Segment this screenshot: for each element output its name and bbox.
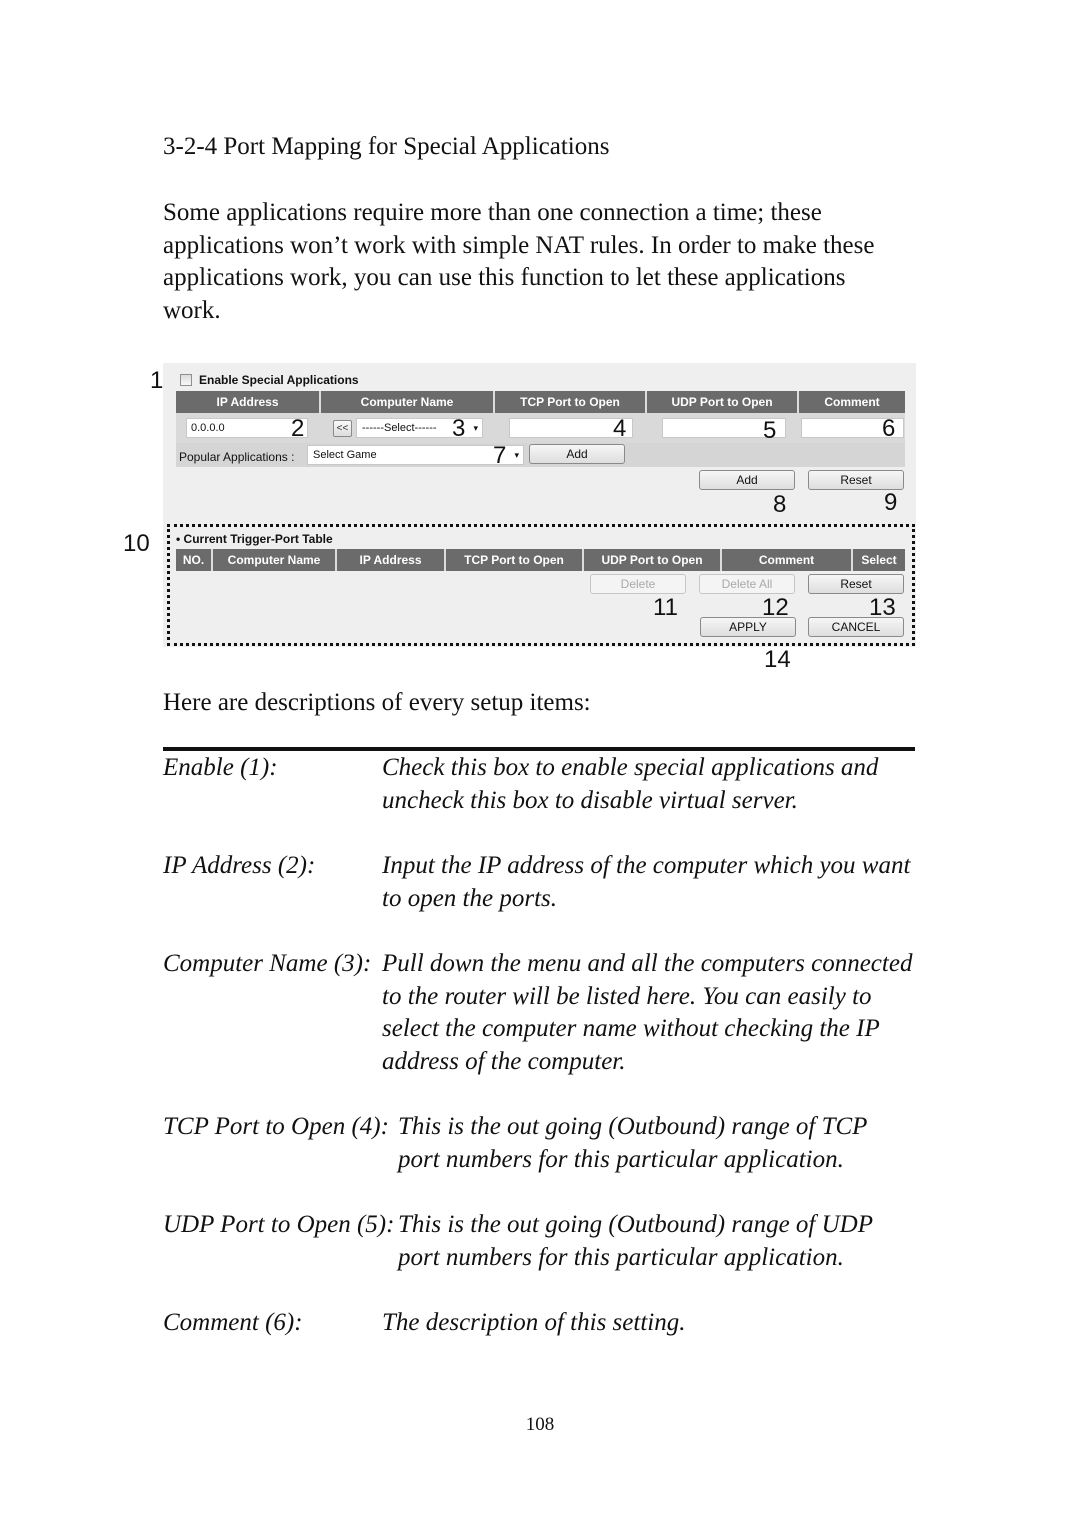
header-comment: Comment: [799, 391, 905, 413]
table-reset-button[interactable]: Reset: [808, 574, 904, 594]
section-heading: 3-2-4 Port Mapping for Special Applicati…: [163, 133, 610, 160]
description-term: IP Address (2):: [163, 852, 316, 879]
divider-rule: [163, 747, 915, 751]
description-definition: This is the out going (Outbound) range o…: [398, 1113, 868, 1173]
intro-paragraph: Some applications require more than one …: [163, 199, 875, 325]
trigger-header-comment: Comment: [722, 549, 853, 571]
callout-4: 4: [613, 415, 627, 442]
reset-button[interactable]: Reset: [808, 470, 904, 490]
description-term: Enable (1):: [163, 754, 278, 781]
description-item-enable: Enable (1): Check this box to enable spe…: [163, 752, 923, 818]
description-term: UDP Port to Open (5):: [163, 1211, 395, 1238]
ip-address-input[interactable]: 0.0.0.0: [186, 418, 308, 438]
enable-special-applications-label: Enable Special Applications: [199, 373, 359, 387]
callout-14: 14: [764, 646, 791, 673]
callout-7: 7: [493, 442, 507, 469]
description-definition: Pull down the menu and all the computers…: [382, 950, 913, 1076]
popular-applications-selected: Select Game: [313, 449, 377, 461]
add-button[interactable]: Add: [699, 470, 795, 490]
description-definition: The description of this setting.: [382, 1309, 686, 1336]
description-item-comment: Comment (6): The description of this set…: [163, 1307, 923, 1341]
enable-special-applications-checkbox[interactable]: [180, 374, 192, 386]
cancel-button[interactable]: CANCEL: [808, 617, 904, 637]
callout-11: 11: [653, 594, 678, 621]
description-item-ip-address: IP Address (2): Input the IP address of …: [163, 850, 923, 916]
callout-9: 9: [884, 489, 898, 516]
description-definition: Input the IP address of the computer whi…: [382, 852, 911, 912]
description-definition: This is the out going (Outbound) range o…: [398, 1211, 873, 1271]
popular-add-button[interactable]: Add: [529, 444, 625, 464]
popular-applications-select[interactable]: Select Game ▾: [307, 445, 524, 465]
special-applications-screenshot: Enable Special Applications IP Address C…: [163, 363, 916, 647]
description-item-tcp-port: TCP Port to Open (4): This is the out go…: [163, 1111, 923, 1177]
copy-computer-ip-button[interactable]: <<: [333, 420, 352, 437]
header-udp-port: UDP Port to Open: [647, 391, 799, 413]
chevron-down-icon: ▾: [473, 423, 478, 433]
trigger-header-no: NO.: [176, 549, 213, 571]
header-ip-address: IP Address: [176, 391, 321, 413]
page-number: 108: [525, 1414, 555, 1435]
description-term: TCP Port to Open (4):: [163, 1113, 389, 1140]
description-item-udp-port: UDP Port to Open (5): This is the out go…: [163, 1209, 923, 1275]
description-item-computer-name: Computer Name (3): Pull down the menu an…: [163, 948, 923, 1080]
callout-2: 2: [291, 415, 305, 442]
computer-name-selected: ------Select------: [362, 422, 437, 434]
delete-button[interactable]: Delete: [590, 574, 686, 594]
delete-all-button[interactable]: Delete All: [699, 574, 795, 594]
callout-6: 6: [882, 415, 896, 442]
callout-1: 1: [150, 367, 164, 394]
trigger-header-computer-name: Computer Name: [213, 549, 337, 571]
callout-8: 8: [773, 491, 787, 518]
description-definition: Check this box to enable special applica…: [382, 754, 879, 814]
popular-applications-label: Popular Applications :: [179, 450, 295, 464]
trigger-header-ip-address: IP Address: [337, 549, 446, 571]
trigger-header-udp-port: UDP Port to Open: [584, 549, 722, 571]
callout-5: 5: [763, 417, 777, 444]
descriptions-intro: Here are descriptions of every setup ite…: [163, 689, 591, 716]
header-computer-name: Computer Name: [321, 391, 495, 413]
header-tcp-port: TCP Port to Open: [495, 391, 647, 413]
callout-10: 10: [123, 530, 150, 557]
chevron-down-icon: ▾: [514, 450, 519, 460]
description-term: Comment (6):: [163, 1309, 303, 1336]
callout-3: 3: [452, 415, 466, 442]
trigger-header-tcp-port: TCP Port to Open: [446, 549, 584, 571]
apply-button[interactable]: APPLY: [700, 617, 796, 637]
trigger-table-title: • Current Trigger-Port Table: [176, 532, 333, 546]
trigger-header-select: Select: [853, 549, 905, 571]
description-term: Computer Name (3):: [163, 950, 372, 977]
